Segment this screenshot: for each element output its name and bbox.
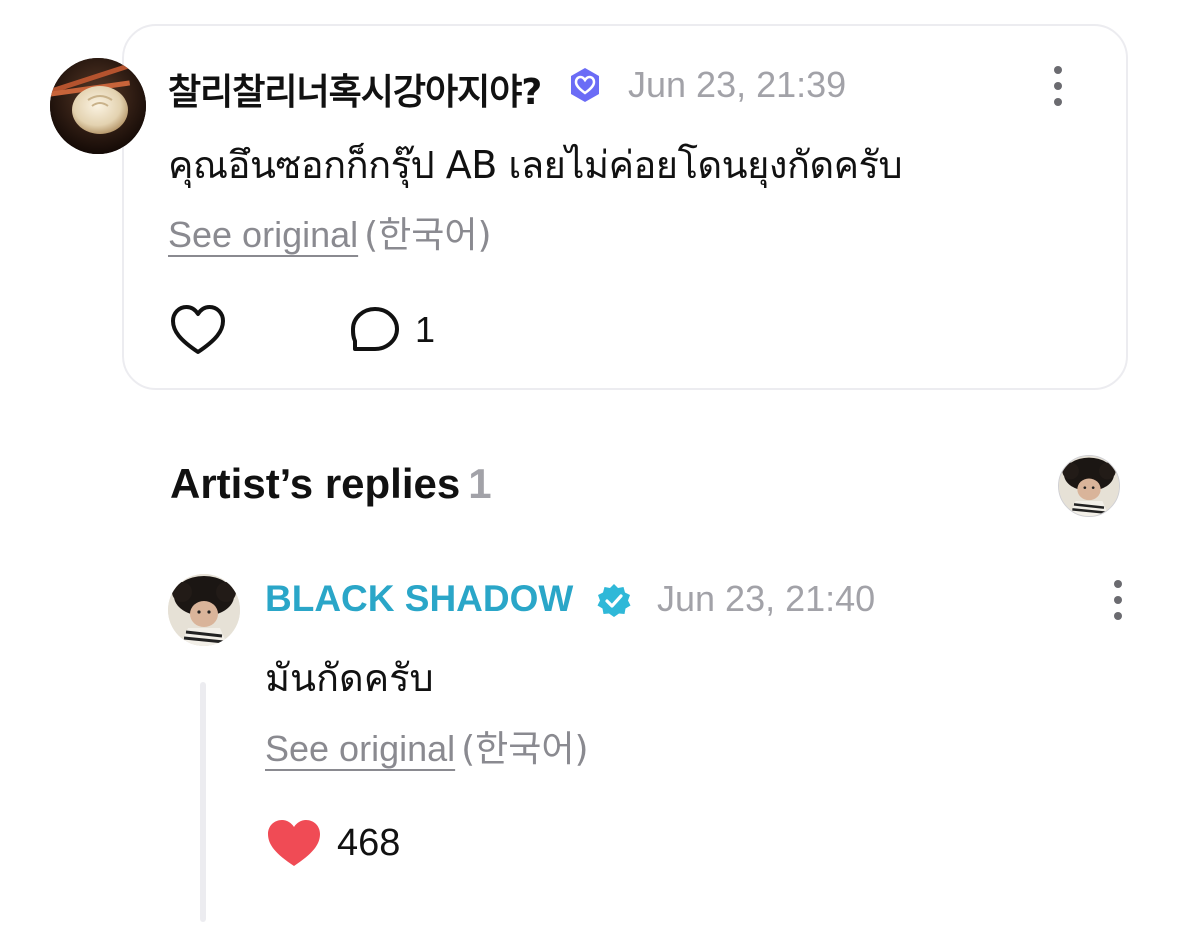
reply-see-original: See original (한국어) [265, 720, 589, 772]
artist-replies-header: Artist’s replies 1 [170, 460, 492, 508]
liked-heart-icon[interactable] [266, 818, 322, 868]
comment-see-original: See original (한국어) [168, 206, 492, 258]
artist-avatar-image [1059, 456, 1119, 516]
verified-fan-badge-icon [571, 68, 599, 102]
reply-count: 1 [415, 309, 436, 350]
reply-timestamp: Jun 23, 21:40 [657, 578, 876, 619]
artist-avatar[interactable] [168, 574, 240, 646]
reply-text: มันกัดครับ [265, 656, 434, 700]
verified-artist-badge-icon [597, 584, 631, 617]
comment-text: คุณอึนซอกก็กรุ๊ป AB เลยไม่ค่อยโดนยุงกัดค… [168, 143, 903, 187]
see-original-link[interactable]: See original [168, 214, 358, 255]
comment-timestamp: Jun 23, 21:39 [628, 64, 847, 105]
dumpling-avatar-image [50, 58, 146, 154]
comment-more-options-icon[interactable] [1048, 66, 1068, 106]
reply-more-options-icon[interactable] [1108, 580, 1128, 620]
artist-username[interactable]: BLACK SHADOW [265, 578, 573, 620]
reply-bubble-icon[interactable] [349, 305, 401, 355]
artist-avatar-image [168, 574, 240, 646]
see-original-link[interactable]: See original [265, 728, 455, 769]
user-avatar[interactable] [50, 58, 146, 154]
artist-replies-count: 1 [468, 460, 492, 507]
comment-thread-page: 찰리찰리너혹시강아지야? Jun 23, 21:39 คุณอึนซอกก็กร… [0, 0, 1178, 929]
artist-replies-title: Artist’s replies [170, 460, 461, 507]
artist-replies-avatar[interactable] [1058, 455, 1120, 517]
original-language-label: (한국어) [364, 215, 492, 256]
like-heart-icon[interactable] [170, 304, 226, 356]
comment-username[interactable]: 찰리찰리너혹시강아지야? [168, 63, 542, 115]
original-language-label: (한국어) [461, 729, 589, 770]
reply-like-count: 468 [337, 822, 401, 864]
thread-line [200, 682, 206, 922]
